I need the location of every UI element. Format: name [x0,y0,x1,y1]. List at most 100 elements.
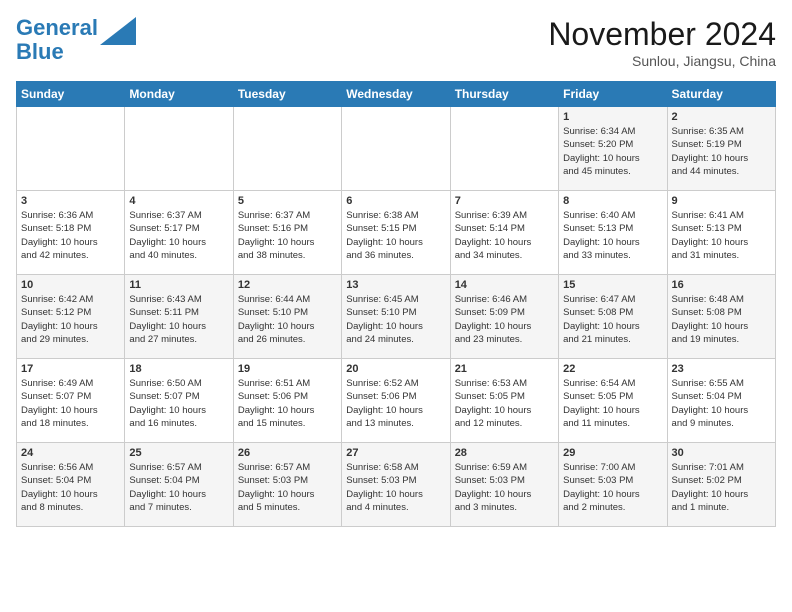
day-number: 11 [129,279,228,291]
calendar-cell: 19 Sunrise: 6:51 AM Sunset: 5:06 PM Dayli… [233,359,341,443]
day-number: 3 [21,195,120,207]
day-number: 22 [563,363,662,375]
cell-content: Sunrise: 6:53 AM Sunset: 5:05 PM Dayligh… [455,377,554,430]
calendar-table: SundayMondayTuesdayWednesdayThursdayFrid… [16,81,776,527]
cell-content: Sunrise: 6:52 AM Sunset: 5:06 PM Dayligh… [346,377,445,430]
cell-content: Sunrise: 6:48 AM Sunset: 5:08 PM Dayligh… [672,293,771,346]
cell-content: Sunrise: 6:40 AM Sunset: 5:13 PM Dayligh… [563,209,662,262]
day-number: 16 [672,279,771,291]
day-number: 6 [346,195,445,207]
calendar-cell: 4 Sunrise: 6:37 AM Sunset: 5:17 PM Daylig… [125,191,233,275]
day-number: 10 [21,279,120,291]
logo-text: GeneralBlue [16,16,98,64]
calendar-cell [450,107,558,191]
day-number: 19 [238,363,337,375]
day-number: 7 [455,195,554,207]
calendar-cell: 5 Sunrise: 6:37 AM Sunset: 5:16 PM Daylig… [233,191,341,275]
day-number: 30 [672,447,771,459]
title-block: November 2024 Sunlou, Jiangsu, China [548,16,776,69]
page-header: GeneralBlue November 2024 Sunlou, Jiangs… [16,16,776,69]
cell-content: Sunrise: 6:38 AM Sunset: 5:15 PM Dayligh… [346,209,445,262]
cell-content: Sunrise: 6:57 AM Sunset: 5:03 PM Dayligh… [238,461,337,514]
weekday-header-monday: Monday [125,82,233,107]
cell-content: Sunrise: 6:56 AM Sunset: 5:04 PM Dayligh… [21,461,120,514]
calendar-cell: 3 Sunrise: 6:36 AM Sunset: 5:18 PM Daylig… [17,191,125,275]
day-number: 27 [346,447,445,459]
logo: GeneralBlue [16,16,136,64]
calendar-cell: 22Sunrise: 6:54 AM Sunset: 5:05 PM Dayli… [559,359,667,443]
cell-content: Sunrise: 6:34 AM Sunset: 5:20 PM Dayligh… [563,125,662,178]
calendar-cell: 12 Sunrise: 6:44 AM Sunset: 5:10 PM Dayli… [233,275,341,359]
calendar-cell: 29 Sunrise: 7:00 AM Sunset: 5:03 PM Dayli… [559,443,667,527]
calendar-cell: 26 Sunrise: 6:57 AM Sunset: 5:03 PM Dayli… [233,443,341,527]
day-number: 14 [455,279,554,291]
day-number: 21 [455,363,554,375]
cell-content: Sunrise: 6:35 AM Sunset: 5:19 PM Dayligh… [672,125,771,178]
calendar-cell: 1 Sunrise: 6:34 AM Sunset: 5:20 PM Daylig… [559,107,667,191]
cell-content: Sunrise: 6:51 AM Sunset: 5:06 PM Dayligh… [238,377,337,430]
day-number: 28 [455,447,554,459]
calendar-cell [125,107,233,191]
weekday-header-sunday: Sunday [17,82,125,107]
day-number: 12 [238,279,337,291]
weekday-header-tuesday: Tuesday [233,82,341,107]
calendar-cell: 7 Sunrise: 6:39 AM Sunset: 5:14 PM Daylig… [450,191,558,275]
weekday-header-friday: Friday [559,82,667,107]
calendar-cell: 14 Sunrise: 6:46 AM Sunset: 5:09 PM Dayli… [450,275,558,359]
cell-content: Sunrise: 6:37 AM Sunset: 5:17 PM Dayligh… [129,209,228,262]
calendar-cell [17,107,125,191]
cell-content: Sunrise: 6:41 AM Sunset: 5:13 PM Dayligh… [672,209,771,262]
day-number: 8 [563,195,662,207]
day-number: 15 [563,279,662,291]
day-number: 17 [21,363,120,375]
cell-content: Sunrise: 6:49 AM Sunset: 5:07 PM Dayligh… [21,377,120,430]
cell-content: Sunrise: 6:57 AM Sunset: 5:04 PM Dayligh… [129,461,228,514]
day-number: 23 [672,363,771,375]
calendar-cell: 15 Sunrise: 6:47 AM Sunset: 5:08 PM Dayli… [559,275,667,359]
calendar-cell: 20Sunrise: 6:52 AM Sunset: 5:06 PM Dayli… [342,359,450,443]
cell-content: Sunrise: 6:39 AM Sunset: 5:14 PM Dayligh… [455,209,554,262]
cell-content: Sunrise: 6:44 AM Sunset: 5:10 PM Dayligh… [238,293,337,346]
day-number: 2 [672,111,771,123]
day-number: 1 [563,111,662,123]
calendar-cell: 2 Sunrise: 6:35 AM Sunset: 5:19 PM Daylig… [667,107,775,191]
cell-content: Sunrise: 7:00 AM Sunset: 5:03 PM Dayligh… [563,461,662,514]
calendar-cell: 16 Sunrise: 6:48 AM Sunset: 5:08 PM Dayli… [667,275,775,359]
cell-content: Sunrise: 6:36 AM Sunset: 5:18 PM Dayligh… [21,209,120,262]
calendar-cell: 11 Sunrise: 6:43 AM Sunset: 5:11 PM Dayli… [125,275,233,359]
day-number: 18 [129,363,228,375]
calendar-cell: 18 Sunrise: 6:50 AM Sunset: 5:07 PM Dayli… [125,359,233,443]
weekday-header-wednesday: Wednesday [342,82,450,107]
calendar-cell: 8 Sunrise: 6:40 AM Sunset: 5:13 PM Daylig… [559,191,667,275]
calendar-cell: 28 Sunrise: 6:59 AM Sunset: 5:03 PM Dayli… [450,443,558,527]
cell-content: Sunrise: 6:45 AM Sunset: 5:10 PM Dayligh… [346,293,445,346]
calendar-cell: 27 Sunrise: 6:58 AM Sunset: 5:03 PM Dayli… [342,443,450,527]
day-number: 26 [238,447,337,459]
day-number: 4 [129,195,228,207]
logo-icon [100,17,136,45]
day-number: 24 [21,447,120,459]
cell-content: Sunrise: 6:58 AM Sunset: 5:03 PM Dayligh… [346,461,445,514]
calendar-cell [233,107,341,191]
calendar-cell: 24 Sunrise: 6:56 AM Sunset: 5:04 PM Dayli… [17,443,125,527]
cell-content: Sunrise: 6:47 AM Sunset: 5:08 PM Dayligh… [563,293,662,346]
cell-content: Sunrise: 6:59 AM Sunset: 5:03 PM Dayligh… [455,461,554,514]
calendar-cell: 6 Sunrise: 6:38 AM Sunset: 5:15 PM Daylig… [342,191,450,275]
day-number: 13 [346,279,445,291]
cell-content: Sunrise: 6:55 AM Sunset: 5:04 PM Dayligh… [672,377,771,430]
calendar-cell [342,107,450,191]
day-number: 5 [238,195,337,207]
calendar-cell: 25 Sunrise: 6:57 AM Sunset: 5:04 PM Dayli… [125,443,233,527]
weekday-header-thursday: Thursday [450,82,558,107]
day-number: 25 [129,447,228,459]
calendar-cell: 30 Sunrise: 7:01 AM Sunset: 5:02 PM Dayli… [667,443,775,527]
cell-content: Sunrise: 6:46 AM Sunset: 5:09 PM Dayligh… [455,293,554,346]
cell-content: Sunrise: 7:01 AM Sunset: 5:02 PM Dayligh… [672,461,771,514]
location: Sunlou, Jiangsu, China [548,53,776,69]
calendar-cell: 17 Sunrise: 6:49 AM Sunset: 5:07 PM Dayli… [17,359,125,443]
cell-content: Sunrise: 6:50 AM Sunset: 5:07 PM Dayligh… [129,377,228,430]
day-number: 29 [563,447,662,459]
cell-content: Sunrise: 6:43 AM Sunset: 5:11 PM Dayligh… [129,293,228,346]
cell-content: Sunrise: 6:37 AM Sunset: 5:16 PM Dayligh… [238,209,337,262]
weekday-header-saturday: Saturday [667,82,775,107]
